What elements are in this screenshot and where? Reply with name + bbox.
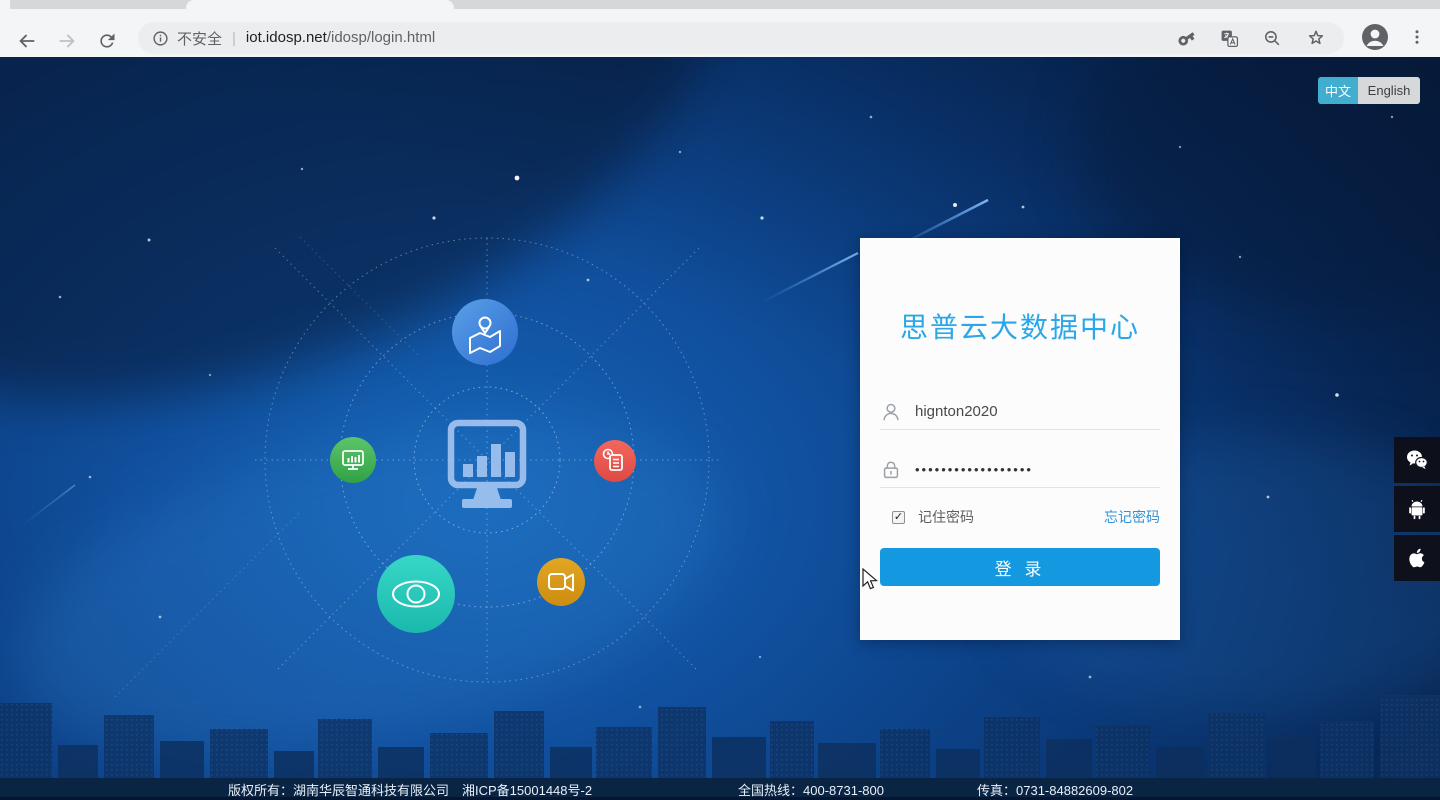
remember-label: 记住密码 — [918, 509, 974, 525]
stars — [58, 115, 1394, 709]
profile-avatar[interactable] — [1360, 22, 1390, 52]
report-clock-node — [594, 440, 636, 482]
mouse-cursor — [862, 568, 879, 590]
apple-icon — [1409, 548, 1425, 568]
info-icon[interactable] — [152, 30, 169, 47]
video-camera-node — [537, 558, 585, 606]
address-bar[interactable]: 不安全 | iot.idosp.net/idosp/login.html — [138, 22, 1344, 54]
reload-icon — [100, 33, 115, 48]
mini-monitor-node — [330, 437, 376, 483]
browser-toolbar: 不安全 | iot.idosp.net/idosp/login.html — [0, 9, 1440, 57]
login-page: 中文 English 思普云大数据中心 hignton2020 ••••••••… — [0, 57, 1440, 800]
forward-button[interactable] — [51, 25, 83, 57]
android-icon — [1409, 499, 1425, 520]
login-card: 思普云大数据中心 hignton2020 •••••••••••••••••• … — [860, 238, 1180, 640]
password-field[interactable]: •••••••••••••••••• — [880, 452, 1160, 488]
footer-hotline: 全国热线：400-8731-800 — [738, 783, 884, 798]
user-icon — [883, 403, 899, 420]
browser-chrome: 不安全 | iot.idosp.net/idosp/login.html — [0, 0, 1440, 57]
footer-fax: 传真：0731-84882609-802 — [977, 783, 1134, 798]
reload-button[interactable] — [91, 25, 123, 57]
footer-copyright: 版权所有：湖南华辰智通科技有限公司 湘ICP备15001448号-2 — [228, 783, 593, 798]
translate-icon[interactable] — [1220, 29, 1239, 48]
url-separator: | — [232, 29, 236, 47]
eye-node — [377, 555, 455, 633]
footer-bar: 版权所有：湖南华辰智通科技有限公司 湘ICP备15001448号-2 全国热线：… — [0, 778, 1440, 800]
bookmark-star-icon[interactable] — [1306, 28, 1326, 48]
wechat-button[interactable] — [1394, 437, 1440, 483]
url-text: 不安全 | iot.idosp.net/idosp/login.html — [138, 28, 1177, 49]
social-rail — [1394, 437, 1440, 581]
forgot-password-link[interactable]: 忘记密码 — [1104, 507, 1160, 527]
remember-row: ✓ 记住密码 忘记密码 — [880, 506, 1160, 528]
map-location-node — [452, 299, 518, 365]
username-value: hignton2020 — [915, 403, 998, 420]
security-label: 不安全 — [177, 30, 223, 48]
url-path: /idosp/login.html — [326, 29, 436, 46]
monitor-chart-icon — [447, 419, 527, 508]
city-skyline — [0, 695, 1440, 778]
back-button[interactable] — [11, 25, 43, 57]
menu-kebab-icon[interactable] — [1408, 28, 1426, 46]
tab-edge — [0, 0, 10, 9]
meteor-streaks — [19, 198, 989, 528]
password-key-icon[interactable] — [1177, 29, 1196, 48]
forward-icon — [59, 34, 75, 48]
tab-strip — [0, 0, 1440, 9]
lang-english-button[interactable]: English — [1358, 77, 1420, 104]
username-field[interactable]: hignton2020 — [880, 394, 1160, 430]
back-icon — [19, 34, 35, 48]
lock-icon — [883, 460, 899, 478]
remember-checkbox[interactable]: ✓ — [892, 510, 905, 524]
apple-button[interactable] — [1394, 535, 1440, 581]
screen: 不安全 | iot.idosp.net/idosp/login.html 中文 … — [0, 0, 1440, 800]
password-value: •••••••••••••••••• — [915, 462, 1033, 477]
url-domain: iot.idosp.net — [245, 29, 327, 46]
lang-chinese-button[interactable]: 中文 — [1318, 77, 1358, 104]
language-toggle: 中文 English — [1318, 77, 1420, 104]
zoom-out-icon[interactable] — [1263, 29, 1282, 48]
page-title: 思普云大数据中心 — [899, 312, 1140, 343]
login-button[interactable]: 登 录 — [880, 548, 1160, 586]
wechat-icon — [1407, 450, 1428, 469]
active-tab[interactable] — [186, 0, 454, 9]
android-button[interactable] — [1394, 486, 1440, 532]
